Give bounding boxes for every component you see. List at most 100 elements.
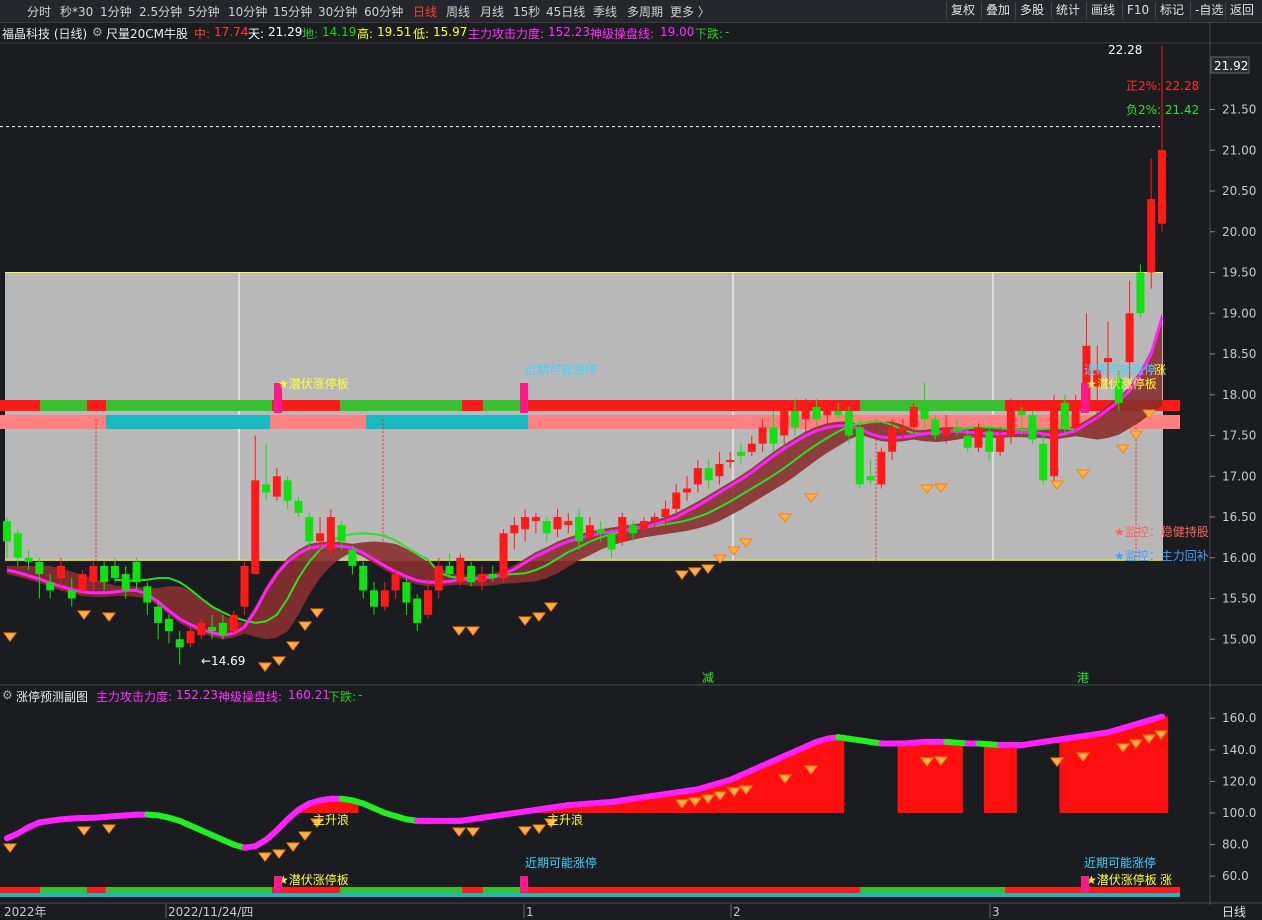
period-tab-8[interactable]: 60分钟 xyxy=(364,3,403,20)
stock-chart[interactable]: ★潜伏涨停板近期可能涨停 近期可能涨停涨★潜伏涨停板←14.6922.28正2%:… xyxy=(0,0,1262,920)
sub-line-seg xyxy=(813,735,831,745)
strip-bot-1 xyxy=(106,415,270,429)
sub-line-seg xyxy=(101,813,118,820)
sub-area-bar xyxy=(724,779,737,813)
candle-body xyxy=(1093,370,1102,387)
candle-body xyxy=(240,565,249,607)
sub-line-seg xyxy=(770,753,788,764)
sub-line-seg xyxy=(468,814,485,823)
period-tab-0[interactable]: 分时 xyxy=(27,3,51,20)
high-price-label: 22.28 xyxy=(1108,43,1142,57)
diamond-icon xyxy=(675,570,689,580)
sub-line-seg xyxy=(1094,729,1112,737)
diamond-icon xyxy=(920,484,934,494)
period-tab-15[interactable]: 多周期 xyxy=(627,3,663,20)
sub-diamond-icon xyxy=(452,827,466,837)
period-tab-6[interactable]: 15分钟 xyxy=(273,3,312,20)
candle-body xyxy=(121,574,130,591)
signal-recent-2: 近期可能涨停 xyxy=(1084,362,1156,377)
sub-line-seg xyxy=(317,795,334,804)
marker-gang: 港 xyxy=(1077,671,1089,685)
period-tab-16[interactable]: 更多 〉 xyxy=(670,3,710,20)
tian-value: 21.29 xyxy=(268,25,303,39)
sub-diamond-icon xyxy=(272,849,286,859)
sub-line-seg xyxy=(910,738,928,746)
sub-area-bar xyxy=(530,809,542,813)
sub-down-label: 下跌: xyxy=(328,690,357,704)
sub-area-bar xyxy=(1005,745,1017,813)
sub-line-seg xyxy=(489,811,507,820)
signal-recent-1: 近期可能涨停 xyxy=(525,362,597,377)
down-label: 下跌: xyxy=(695,27,724,41)
candle-body xyxy=(423,590,432,615)
period-tab-11[interactable]: 月线 xyxy=(480,3,504,20)
sub-area-bar xyxy=(1081,735,1093,813)
period-tab-3[interactable]: 2.5分钟 xyxy=(139,3,182,20)
sub-line-seg xyxy=(630,794,647,802)
candle-body xyxy=(13,533,22,558)
period-tab-10[interactable]: 周线 xyxy=(446,3,470,20)
sub-diamond-icon xyxy=(804,765,818,775)
diamond-icon xyxy=(298,621,312,631)
candle-body xyxy=(844,411,853,436)
period-tab-13[interactable]: 45日线 xyxy=(546,3,585,20)
sub-diamond-icon xyxy=(1116,743,1130,753)
candle-body xyxy=(3,521,11,542)
diamond-icon xyxy=(1142,409,1156,419)
sub-line-seg xyxy=(824,734,842,742)
strip-bot-3 xyxy=(366,415,528,429)
candle-body xyxy=(769,427,778,444)
period-tab-1[interactable]: 秒*30 xyxy=(60,3,93,20)
sub-signal-latent-2: ★潜伏涨停板 xyxy=(1086,872,1157,887)
sub-area-bar xyxy=(940,741,953,813)
sub-line-seg xyxy=(576,800,593,808)
sub-line-seg xyxy=(899,739,917,747)
candle-body xyxy=(531,517,540,522)
sub-tick-0: 160.0 xyxy=(1222,711,1256,725)
period-tab-9[interactable]: 日线 xyxy=(413,3,437,20)
candle-body xyxy=(467,565,476,583)
period-tab-7[interactable]: 30分钟 xyxy=(318,3,357,20)
settings-icon[interactable]: ⚙ xyxy=(92,25,103,39)
candle-body xyxy=(488,574,497,579)
period-tab-5[interactable]: 10分钟 xyxy=(228,3,267,20)
sub-line-seg xyxy=(263,827,280,843)
period-tab-2[interactable]: 1分钟 xyxy=(100,3,132,20)
date-label-4: 3 xyxy=(992,905,1000,919)
toolbar-button-2[interactable]: 多股 xyxy=(1015,2,1048,19)
sub-settings-icon[interactable]: ⚙ xyxy=(2,688,13,702)
sub-area-bar xyxy=(821,738,834,813)
zhong-label: 中: xyxy=(194,27,211,41)
period-tab-4[interactable]: 5分钟 xyxy=(188,3,220,20)
period-tab-14[interactable]: 季线 xyxy=(593,3,617,20)
toolbar-button-1[interactable]: 叠加 xyxy=(981,2,1014,19)
sub-line-seg xyxy=(338,795,356,804)
toolbar-button-4[interactable]: 画线 xyxy=(1086,2,1119,19)
toolbar-button-5[interactable]: F10 xyxy=(1122,2,1153,19)
toolbar-button-0[interactable]: 复权 xyxy=(946,2,979,19)
diamond-icon xyxy=(1129,430,1143,440)
sub-strip-9 xyxy=(860,887,1005,893)
candle-body xyxy=(693,468,702,485)
indicator-name[interactable]: 尺量20CM牛股 xyxy=(106,25,188,42)
toolbar-button-6[interactable]: 标记 xyxy=(1155,2,1188,19)
sub-main-up-2: 主升浪 xyxy=(547,812,583,827)
sub-diamond-icon xyxy=(298,831,312,841)
candle-body xyxy=(24,557,33,562)
sub-signal-zh: 涨 xyxy=(1160,872,1172,887)
sub-line-seg xyxy=(111,812,129,820)
candle-body xyxy=(888,427,897,452)
sub-area-bar xyxy=(670,792,683,813)
toolbar-button-8[interactable]: 返回 xyxy=(1225,2,1258,19)
toolbar-button-3[interactable]: 统计 xyxy=(1051,2,1084,19)
strip-top-0 xyxy=(0,400,40,411)
sub-line-seg xyxy=(122,811,140,819)
candle-body xyxy=(780,406,789,436)
period-tab-12[interactable]: 15秒 xyxy=(513,3,540,20)
strip-top-9 xyxy=(860,400,1005,411)
sub-line-seg xyxy=(597,798,615,806)
sub-line-seg xyxy=(90,813,108,821)
sub-tick-3: 100.0 xyxy=(1222,806,1256,820)
candle-body xyxy=(521,517,530,530)
toolbar-button-7[interactable]: -自选 xyxy=(1190,2,1227,19)
